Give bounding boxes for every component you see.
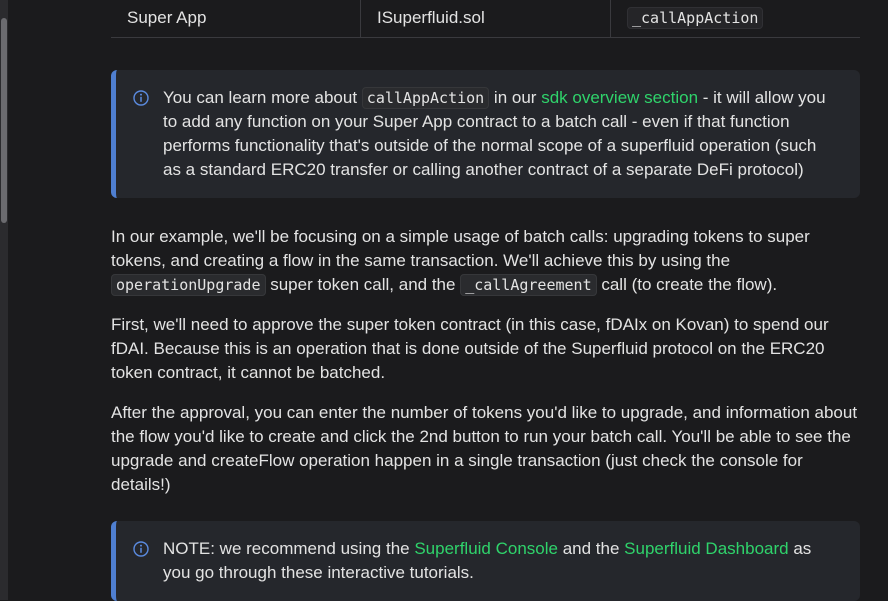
paragraph-text: call (to create the flow).: [596, 275, 778, 294]
paragraph: After the approval, you can enter the nu…: [111, 403, 858, 494]
doc-content: Super App ISuperfluid.sol _callAppAction…: [111, 0, 860, 601]
info-text: You can learn more about: [163, 88, 362, 107]
table-cell-type: Super App: [111, 0, 361, 37]
superfluid-console-link[interactable]: Superfluid Console: [414, 539, 558, 558]
info-icon: [133, 541, 149, 557]
table-cell-contract: ISuperfluid.sol: [361, 0, 611, 37]
paragraph-text: In our example, we'll be focusing on a s…: [111, 227, 810, 270]
note-admonition: NOTE: we recommend using the Superfluid …: [111, 521, 860, 601]
sdk-overview-link[interactable]: sdk overview section: [541, 88, 698, 107]
note-text: NOTE: we recommend using the: [163, 539, 415, 558]
inline-code: callAppAction: [361, 87, 490, 109]
paragraph: First, we'll need to approve the super t…: [111, 315, 829, 382]
paragraph-text: super token call, and the: [265, 275, 461, 294]
inline-code: operationUpgrade: [111, 274, 266, 296]
superfluid-dashboard-link[interactable]: Superfluid Dashboard: [624, 539, 788, 558]
inline-code: _callAgreement: [460, 274, 597, 296]
table-cell-function: _callAppAction: [611, 0, 860, 37]
scrollbar-thumb[interactable]: [1, 18, 7, 223]
scrollbar-track[interactable]: [0, 0, 8, 600]
info-admonition: You can learn more about callAppAction i…: [111, 70, 860, 198]
inline-code: _callAppAction: [627, 7, 764, 29]
table-row: Super App ISuperfluid.sol _callAppAction: [111, 0, 860, 38]
note-text: and the: [557, 539, 625, 558]
info-icon: [133, 90, 149, 106]
info-text: in our: [489, 88, 542, 107]
paragraph: In our example, we'll be focusing on a s…: [111, 225, 860, 297]
